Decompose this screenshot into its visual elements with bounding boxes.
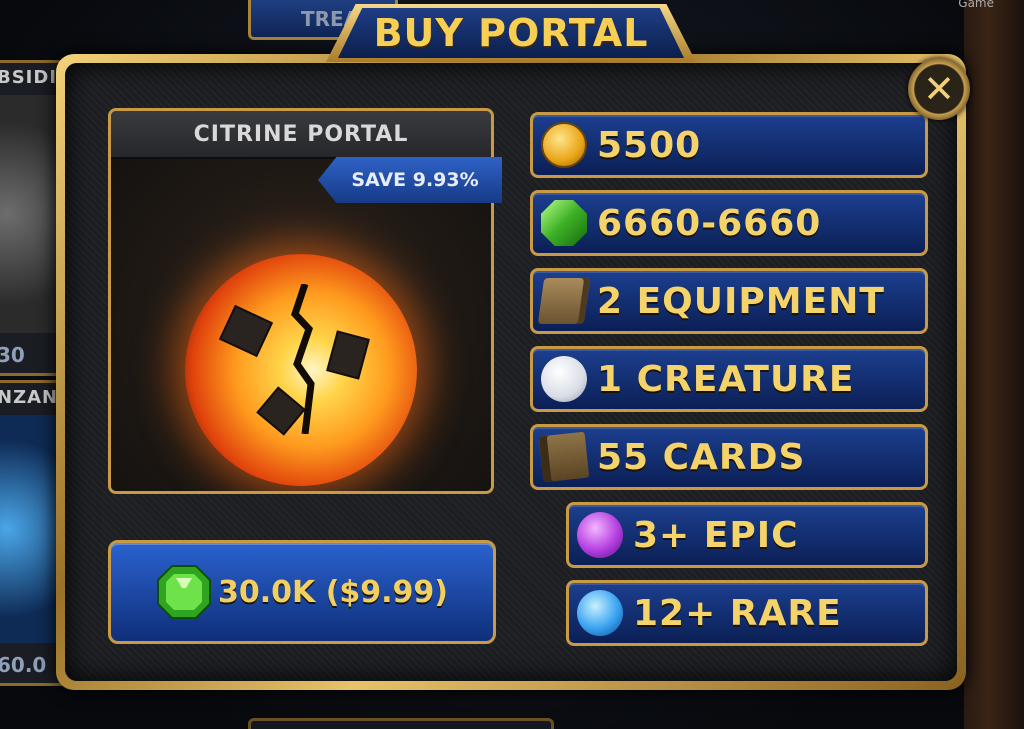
close-icon: ✕	[923, 67, 955, 111]
reward-label: 5500	[597, 124, 702, 166]
reward-row-creature: 1 CREATURE	[530, 346, 928, 412]
orb-shard	[218, 304, 274, 358]
watermark: Game	[958, 0, 994, 10]
portal-art	[111, 159, 491, 491]
reward-label: 55 CARDS	[597, 436, 806, 478]
reward-label: 2 EQUIPMENT	[597, 280, 885, 322]
reward-row-cards: 55 CARDS	[530, 424, 928, 490]
background-card-name: NZAN	[0, 387, 59, 408]
reward-row-gems: 6660-6660	[530, 190, 928, 256]
reward-row-rare: 12+ RARE	[566, 580, 928, 646]
portal-name: CITRINE PORTAL	[111, 111, 491, 159]
white-orb-icon	[541, 356, 587, 402]
blue-gem-icon	[577, 590, 623, 636]
citrine-orb-icon	[185, 254, 417, 486]
buy-button[interactable]: 30.0K ($9.99)	[108, 540, 496, 644]
purple-gem-icon	[577, 512, 623, 558]
reward-label: 6660-6660	[597, 202, 822, 244]
reward-row-epic: 3+ EPIC	[566, 502, 928, 568]
background-card-price: 60.0	[0, 653, 47, 677]
gold-coin-icon	[541, 122, 587, 168]
card-book-icon	[538, 431, 590, 483]
background-right-panel	[964, 0, 1024, 729]
reward-row-equipment: 2 EQUIPMENT	[530, 268, 928, 334]
background-card-price: 30	[0, 343, 25, 367]
game-screen: TREA BSIDI 30 NZAN 60.0 Game BUY PORTAL …	[0, 0, 1024, 729]
background-card-art	[0, 415, 63, 643]
close-button[interactable]: ✕	[908, 58, 970, 120]
title-banner: BUY PORTAL	[326, 4, 696, 62]
reward-row-gold: 5500	[530, 112, 928, 178]
background-bottom-bar	[248, 718, 554, 729]
equipment-box-icon	[537, 278, 591, 324]
reward-label: 1 CREATURE	[597, 358, 855, 400]
orb-crack	[291, 284, 315, 434]
save-badge: SAVE 9.93%	[318, 157, 502, 203]
green-gem-icon	[541, 200, 587, 246]
buy-price-label: 30.0K ($9.99)	[217, 574, 449, 610]
reward-label: 3+ EPIC	[633, 514, 799, 556]
background-card-name: BSIDI	[0, 67, 58, 88]
green-gem-icon	[156, 565, 211, 619]
background-card-art	[0, 95, 63, 333]
modal-title: BUY PORTAL	[338, 8, 684, 58]
reward-label: 12+ RARE	[633, 592, 842, 634]
